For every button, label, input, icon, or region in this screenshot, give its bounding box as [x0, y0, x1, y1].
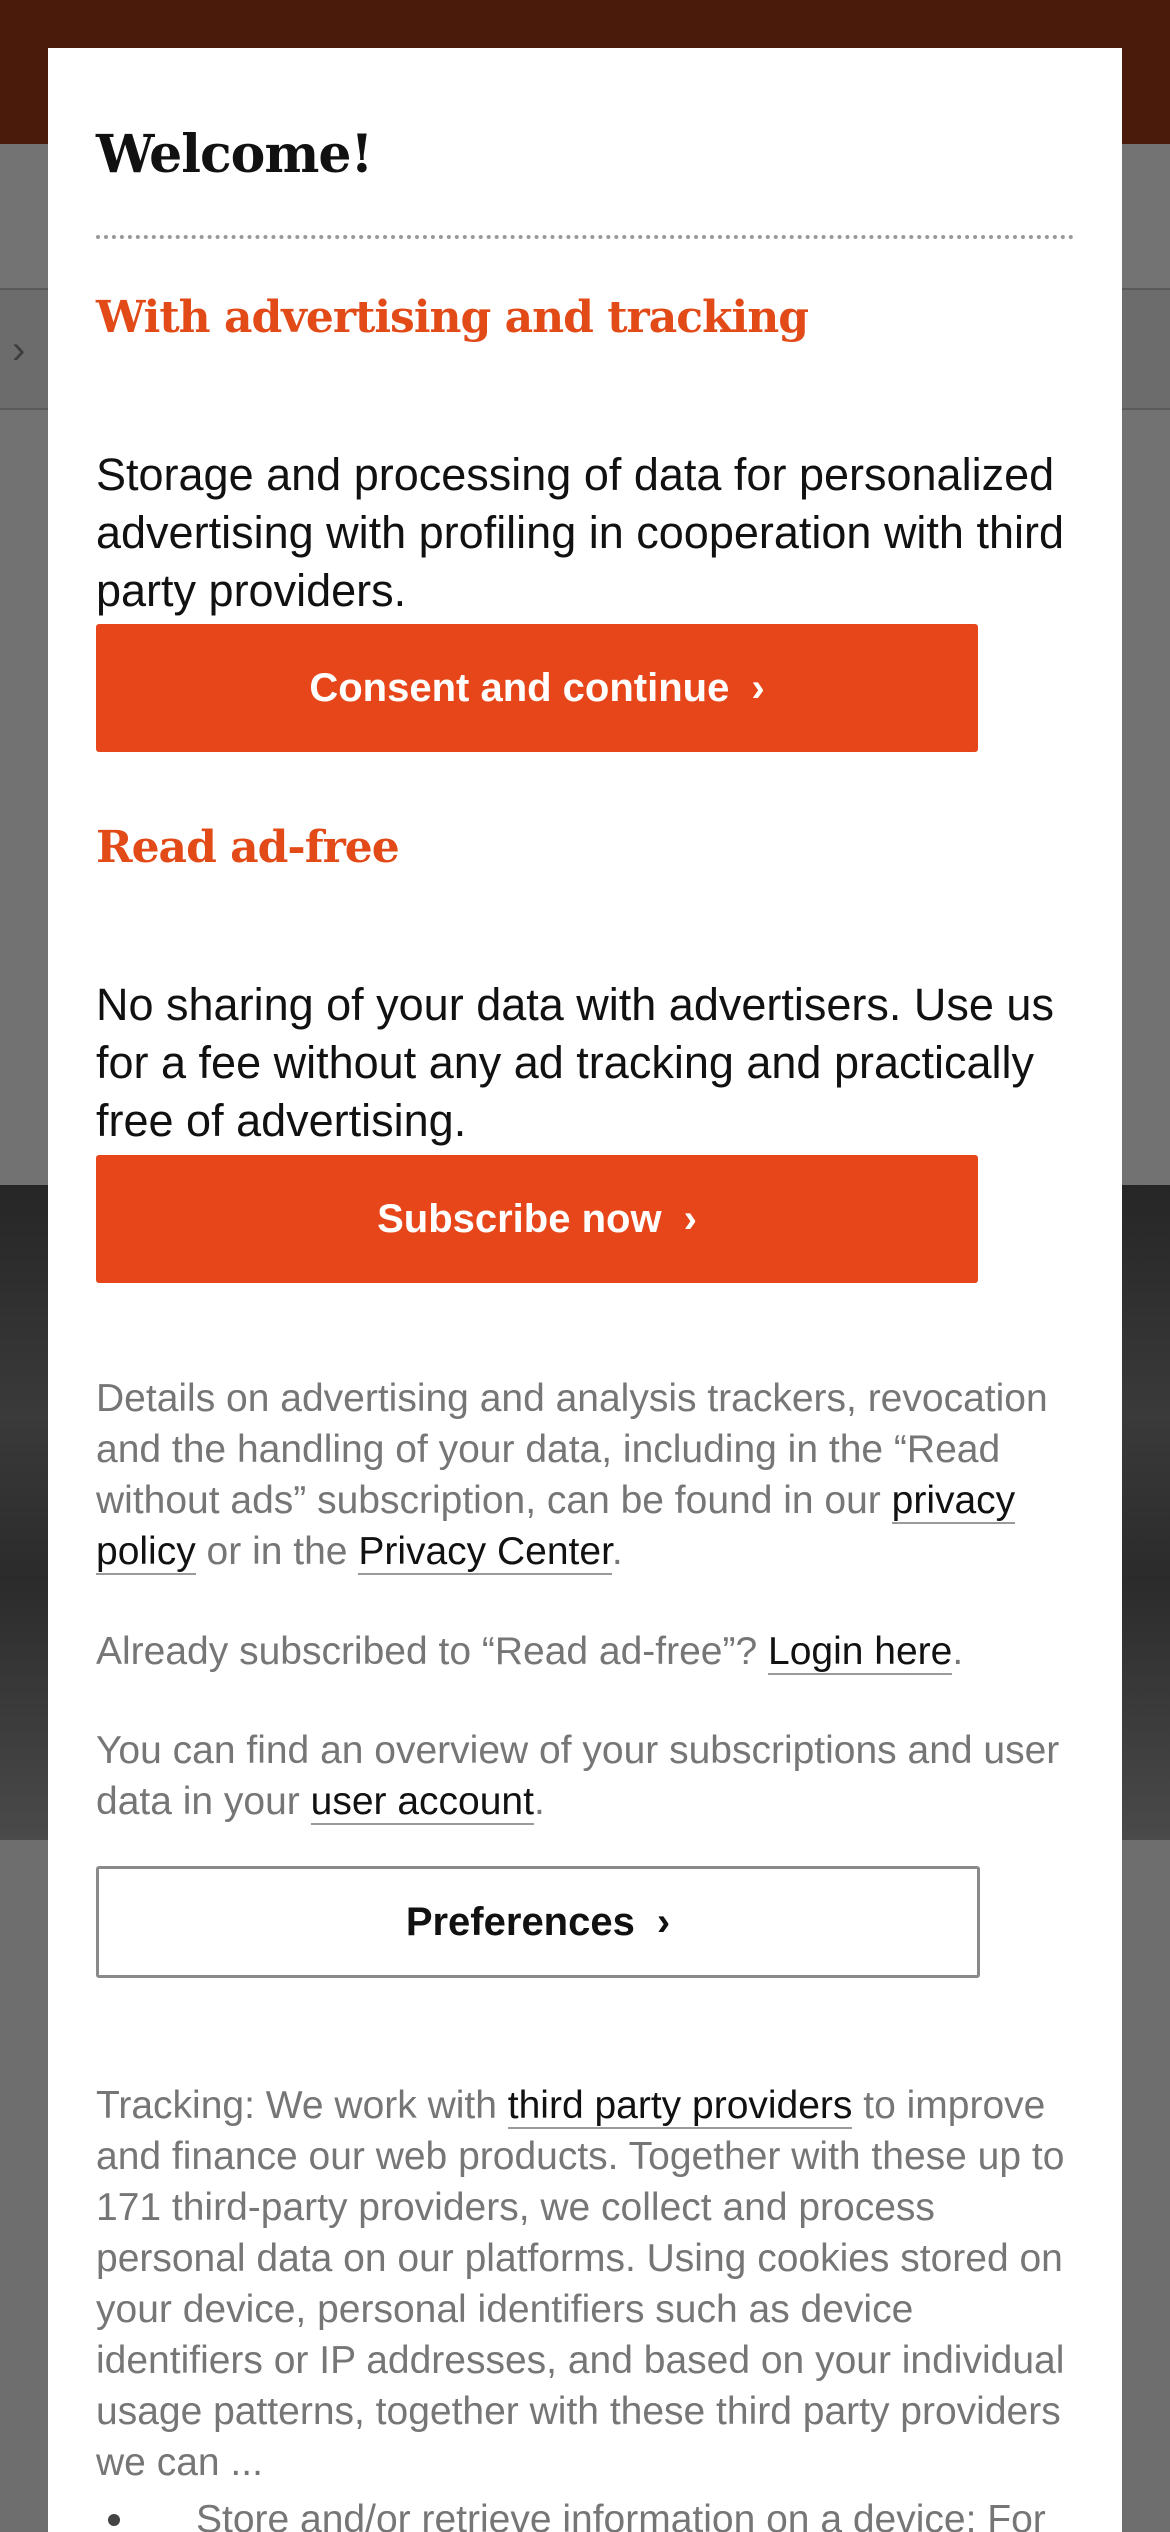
privacy-details-text: Details on advertising and analysis trac…	[96, 1373, 1074, 1577]
chevron-right-icon: ›	[683, 1196, 697, 1241]
third-party-providers-link[interactable]: third party providers	[507, 2084, 853, 2129]
consent-button-label: Consent and continue	[309, 665, 730, 710]
bullet-icon	[108, 2514, 120, 2526]
list-item-text: Store and/or retrieve information on a d…	[196, 2498, 1046, 2532]
adfree-section-description: No sharing of your data with advertisers…	[96, 979, 1054, 1146]
adfree-section-heading: Read ad-free	[96, 822, 400, 873]
ads-section-description: Storage and processing of data for perso…	[96, 449, 1065, 616]
ads-section-heading: With advertising and tracking	[96, 292, 809, 343]
tracking-text-part: Tracking: We work with	[96, 2084, 508, 2127]
consent-dialog: Welcome! With advertising and tracking S…	[48, 48, 1122, 2532]
preferences-button-label: Preferences	[405, 1899, 635, 1944]
login-text-part: .	[952, 1630, 964, 1673]
login-here-link[interactable]: Login here	[768, 1630, 953, 1675]
user-account-text-part: You can find an overview of your subscri…	[96, 1729, 1060, 1823]
chevron-right-icon: ›	[656, 1899, 671, 1944]
login-text: Already subscribed to “Read ad-free”? Lo…	[96, 1626, 1074, 1677]
tracking-text-part: to improve and finance our web products.…	[96, 2084, 1065, 2484]
consent-and-continue-button[interactable]: Consent and continue ›	[96, 624, 978, 752]
privacy-details-text-part: .	[611, 1530, 623, 1573]
background-chevron-icon: ›	[12, 328, 26, 372]
subscribe-now-button[interactable]: Subscribe now ›	[96, 1155, 978, 1283]
tracking-text: Tracking: We work with third party provi…	[96, 2080, 1074, 2488]
user-account-link[interactable]: user account	[310, 1780, 534, 1825]
user-account-text-part: .	[533, 1780, 545, 1823]
dialog-title: Welcome!	[96, 124, 373, 185]
privacy-center-link[interactable]: Privacy Center	[358, 1530, 612, 1575]
user-account-text: You can find an overview of your subscri…	[96, 1725, 1074, 1827]
privacy-details-text-part: or in the	[195, 1530, 359, 1573]
preferences-button[interactable]: Preferences ›	[96, 1866, 980, 1978]
dotted-divider	[96, 235, 1074, 239]
chevron-right-icon: ›	[751, 665, 765, 710]
subscribe-button-label: Subscribe now	[377, 1196, 662, 1241]
login-text-part: Already subscribed to “Read ad-free”?	[96, 1630, 769, 1673]
